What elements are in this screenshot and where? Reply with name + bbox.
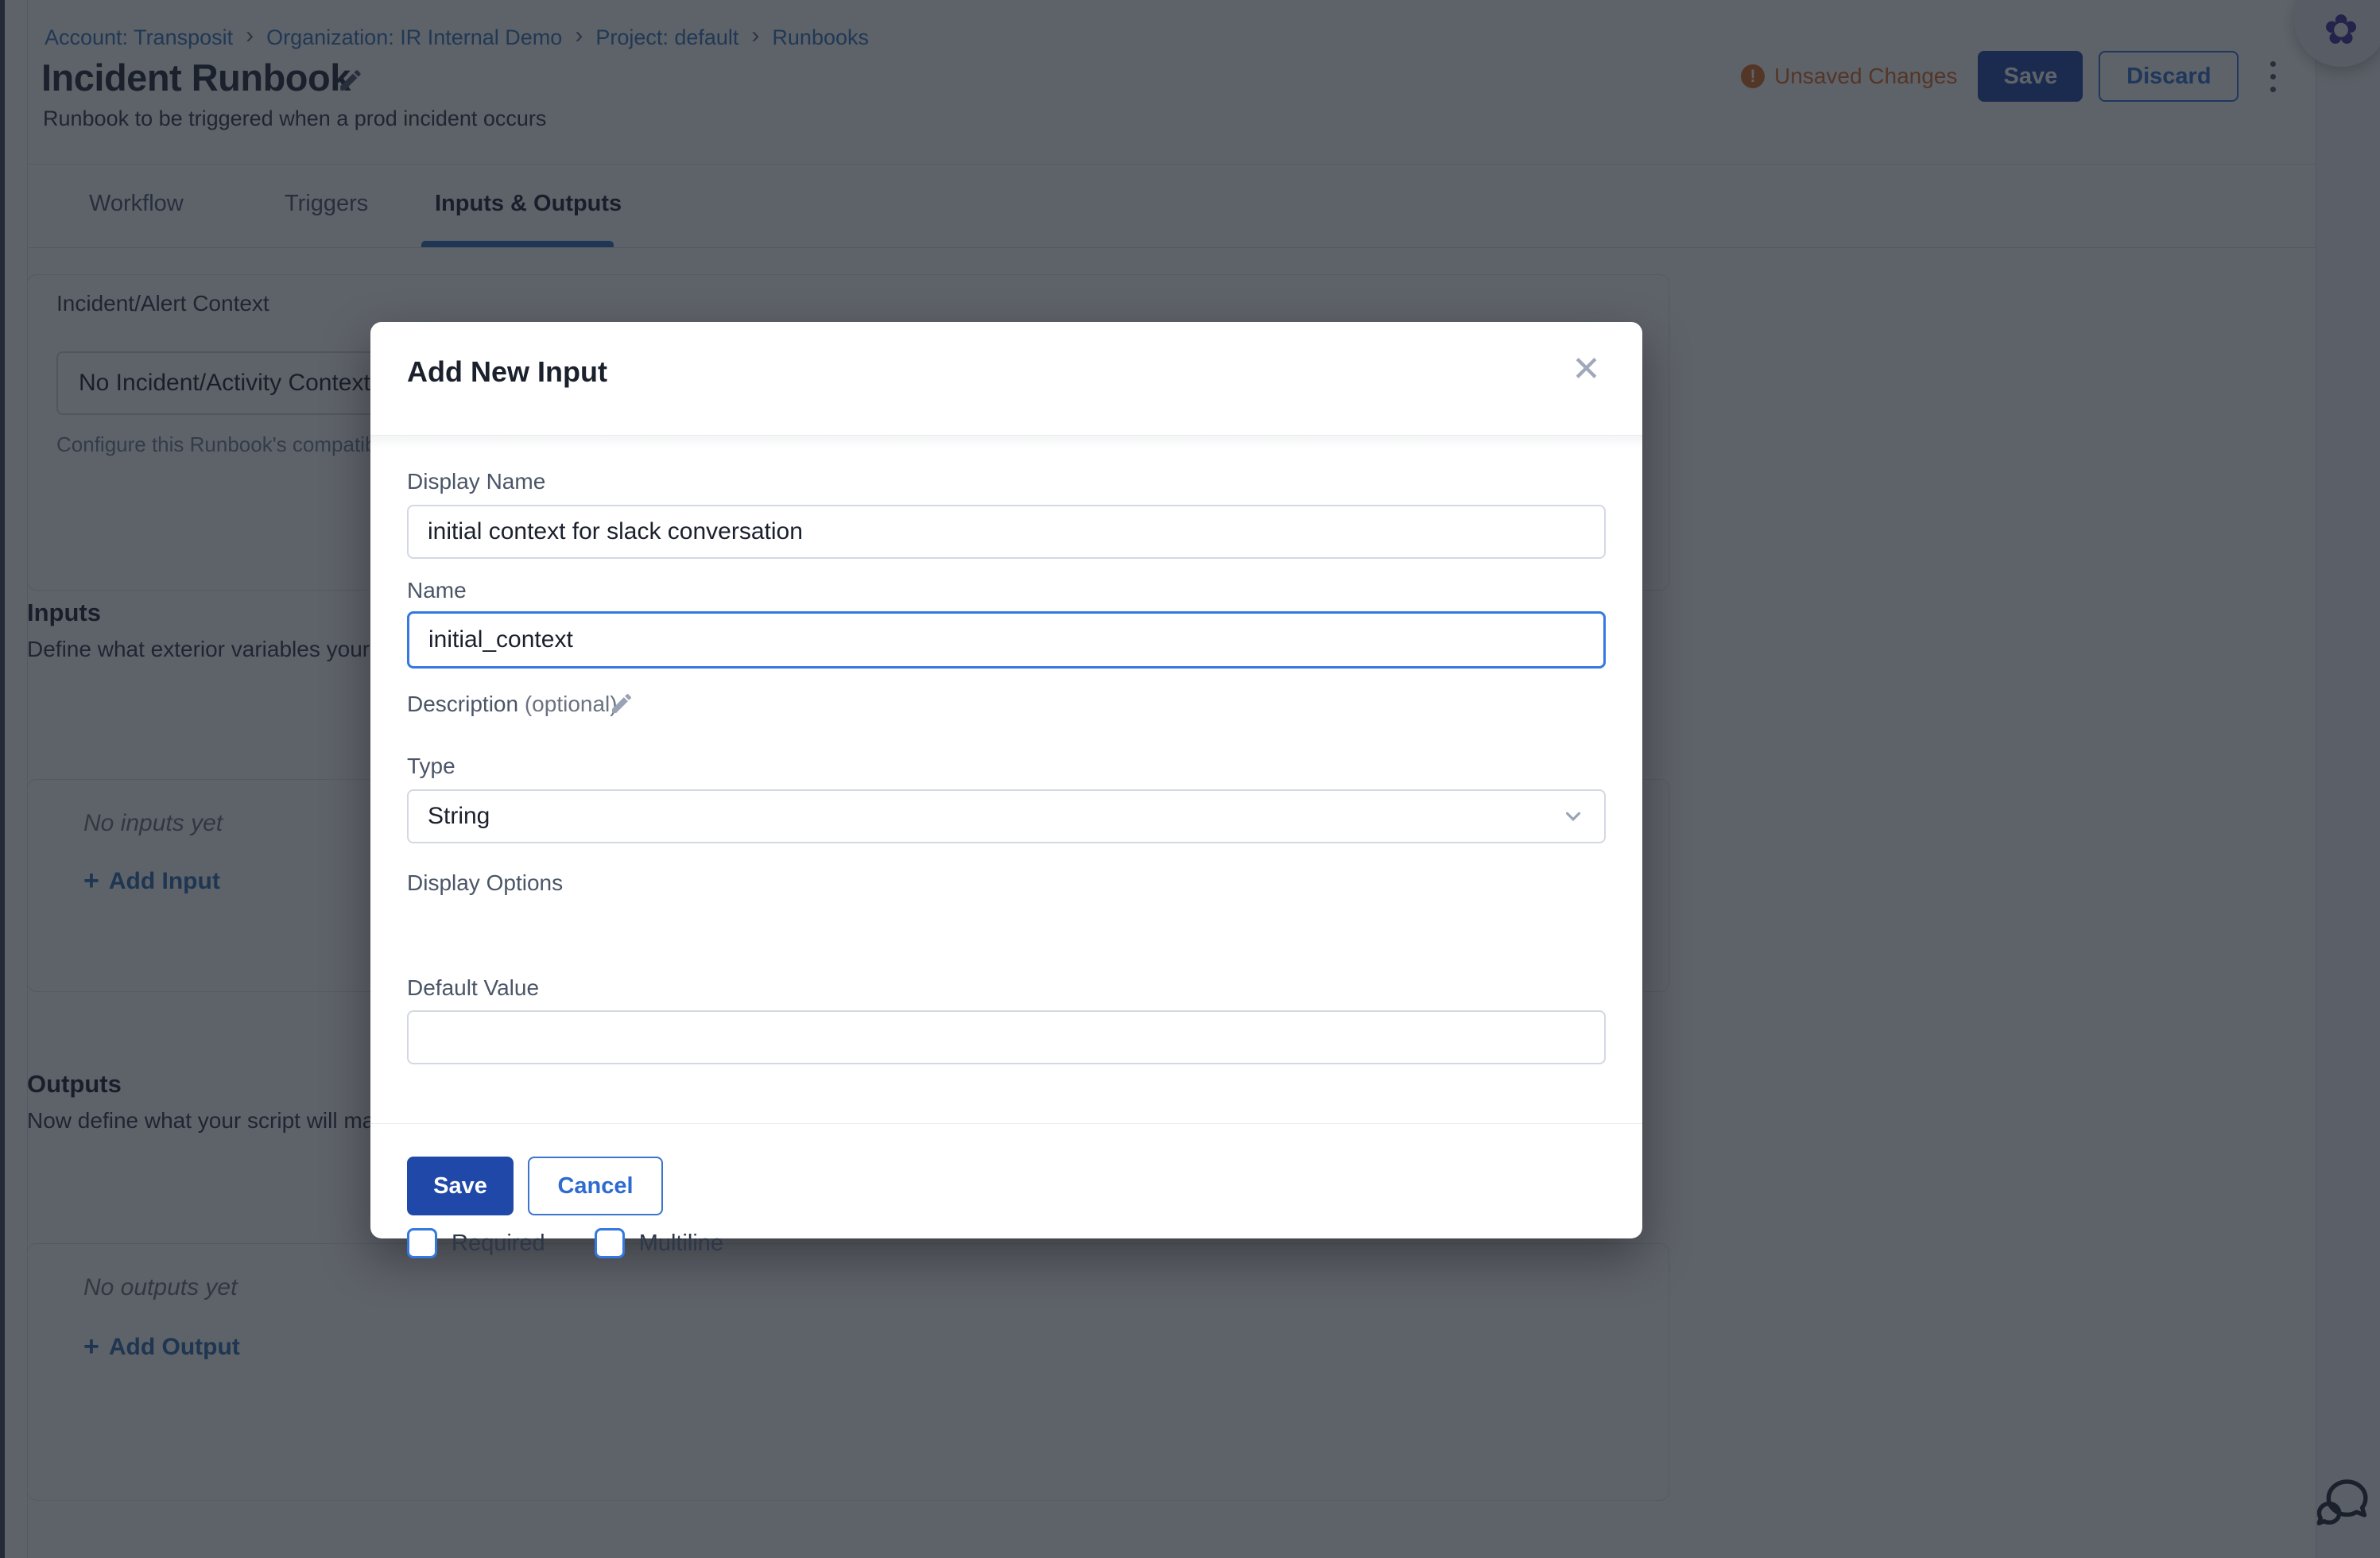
modal-save-button[interactable]: Save	[407, 1157, 514, 1215]
multiline-checkbox[interactable]	[595, 1228, 625, 1258]
display-options-row: Required Multiline	[407, 1228, 723, 1258]
multiline-checkbox-label: Multiline	[639, 1231, 723, 1257]
display-name-input[interactable]	[407, 505, 1606, 559]
type-select-value: String	[428, 803, 490, 830]
type-select[interactable]: String	[407, 789, 1606, 843]
display-name-label: Display Name	[407, 469, 545, 494]
add-new-input-modal: Add New Input ✕ Display Name Name Descri…	[370, 322, 1642, 1238]
required-checkbox[interactable]	[407, 1228, 437, 1258]
description-label: Description (optional)	[407, 692, 618, 717]
edit-description-pencil-icon[interactable]	[609, 691, 634, 716]
name-label: Name	[407, 578, 467, 603]
default-value-label: Default Value	[407, 975, 539, 1001]
modal-title: Add New Input	[407, 355, 607, 389]
chevron-down-icon	[1561, 804, 1585, 828]
modal-header: Add New Input ✕	[370, 322, 1642, 436]
modal-footer-divider	[370, 1123, 1642, 1124]
close-icon[interactable]: ✕	[1572, 352, 1601, 387]
name-input[interactable]	[407, 611, 1606, 669]
runbook-page: Account: Transposit › Organization: IR I…	[0, 0, 2380, 1558]
modal-cancel-button[interactable]: Cancel	[528, 1157, 663, 1215]
required-checkbox-label: Required	[452, 1231, 545, 1257]
default-value-input[interactable]	[407, 1010, 1606, 1064]
description-optional-hint: (optional)	[525, 692, 618, 716]
display-options-label: Display Options	[407, 870, 563, 896]
type-label: Type	[407, 754, 455, 779]
